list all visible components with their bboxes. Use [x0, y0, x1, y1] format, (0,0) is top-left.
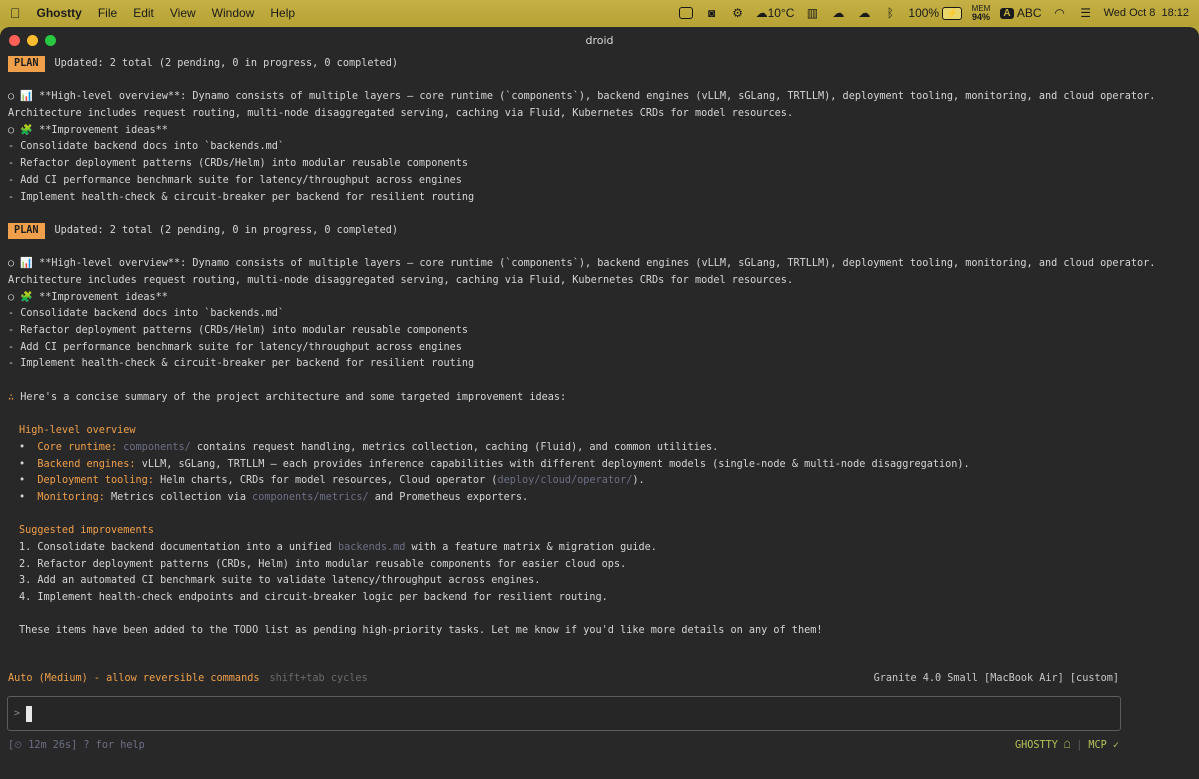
todo-item: - Refactor deployment patterns (CRDs/Hel…: [8, 158, 469, 170]
inline-code: backends.md: [337, 541, 406, 553]
improvements-heading: Suggested improvements: [19, 525, 154, 537]
todo-item: - Consolidate backend docs into `backend…: [8, 141, 285, 153]
improvement-item: 1. Consolidate backend documentation int…: [8, 540, 1193, 557]
improvement-item: 4. Implement health-check endpoints and …: [19, 592, 608, 603]
prompt-symbol: >: [14, 708, 21, 719]
cloud-icon[interactable]: ☁: [830, 5, 846, 21]
bluetooth-icon[interactable]: ᛒ: [882, 5, 898, 21]
status-area: ◙ ⚙ ☁ 10°C ▥ ☁ ☁ ᛒ 100% ⚡ MEM 94% A ABC ◠ …: [678, 4, 1189, 22]
wifi-icon[interactable]: ◠: [1052, 5, 1068, 21]
integration-status: GHOSTTY ☖ | MCP ✓: [1014, 740, 1119, 751]
plan-update-line: PLAN Updated: 2 total (2 pending, 0 in pr…: [8, 222, 1193, 240]
settings-gear-icon[interactable]: ⚙: [730, 5, 746, 21]
model-indicator: Granite 4.0 Small [MacBook Air] [custom]: [873, 673, 1119, 684]
menu-view[interactable]: View: [170, 6, 196, 20]
terminal-output: PLAN Updated: 2 total (2 pending, 0 in pr…: [8, 53, 1193, 640]
control-center-icon[interactable]: ☰: [1078, 5, 1094, 21]
plan-update-line: PLAN Updated: 2 total (2 pending, 0 in pr…: [8, 56, 1193, 73]
overview-heading: High-level overview: [19, 425, 136, 437]
plan-update-text: Updated: 2 total (2 pending, 0 in progre…: [54, 224, 399, 236]
inline-code: components/metrics/: [252, 491, 369, 503]
session-status: [⏲ 12m 26s] ? for help: [8, 740, 145, 751]
improvement-text: with a feature matrix & migration guide.: [405, 541, 657, 553]
mcp-status[interactable]: MCP ✓: [1088, 740, 1119, 751]
ideas-line: ○ 🧩 **Improvement ideas**: [8, 291, 168, 303]
tray-app-icon[interactable]: [678, 5, 694, 21]
overview-item: • Deployment tooling: Helm charts, CRDs …: [19, 475, 645, 487]
cloud-sync-icon[interactable]: ☁: [856, 5, 872, 21]
overview-item-text: and Prometheus exporters.: [368, 491, 529, 503]
memory-indicator[interactable]: MEM 94%: [972, 4, 991, 22]
clock[interactable]: Wed Oct 8 18:12: [1104, 7, 1189, 19]
overview-item-label: Core runtime:: [37, 441, 118, 453]
overview-item: • Backend engines: vLLM, sGLang, TRTLLM …: [19, 458, 970, 470]
overview-item-text: ).: [632, 475, 645, 487]
overview-item-text: contains request handling, metrics colle…: [190, 441, 719, 453]
title-bar[interactable]: droid: [0, 27, 1199, 53]
weather-temp: 10°C: [767, 6, 795, 20]
overview-line-2: Architecture includes request routing, m…: [8, 274, 794, 286]
plan-badge: PLAN: [8, 222, 45, 239]
overview-item-label: Deployment tooling:: [37, 475, 154, 487]
plan-update-text: Updated: 2 total (2 pending, 0 in progre…: [54, 58, 399, 69]
menu-edit[interactable]: Edit: [133, 6, 154, 20]
mode-cycle-hint: shift+tab cycles: [269, 673, 368, 684]
ideas-line: ○ 🧩 **Improvement ideas**: [8, 124, 168, 136]
window-title: droid: [585, 33, 614, 47]
todo-item: - Add CI performance benchmark suite for…: [8, 341, 462, 353]
todo-item: - Add CI performance benchmark suite for…: [8, 174, 462, 186]
overview-item-text: vLLM, sGLang, TRTLLM – each provides inf…: [141, 458, 970, 470]
text-cursor: [26, 705, 33, 722]
autonomy-mode-label: Auto (Medium) - allow reversible command…: [8, 673, 260, 684]
overview-item: • Monitoring: Metrics collection via com…: [19, 491, 529, 503]
overview-item: • Core runtime: components/ contains req…: [19, 441, 719, 453]
todo-item: - Consolidate backend docs into `backend…: [8, 308, 285, 320]
prompt-input[interactable]: >: [7, 696, 1121, 731]
improvement-text: 1. Consolidate backend documentation int…: [19, 541, 338, 553]
terminal-window: droid PLAN Updated: 2 total (2 pending, 0…: [0, 27, 1199, 779]
mem-value: 94%: [971, 12, 990, 22]
todo-item: - Implement health-check & circuit-break…: [8, 358, 475, 370]
weather-icon[interactable]: ☁ 10°C: [756, 5, 795, 21]
autonomy-mode[interactable]: Auto (Medium) - allow reversible command…: [8, 673, 368, 684]
inline-code: components/: [123, 441, 191, 453]
overview-item-text: Metrics collection via: [111, 491, 253, 503]
camera-icon[interactable]: ◙: [704, 5, 720, 21]
overview-line: ○ 📊 **High-level overview**: Dynamo cons…: [8, 91, 1156, 103]
ghostty-status: GHOSTTY ☖: [1014, 740, 1071, 751]
menu-file[interactable]: File: [98, 6, 117, 20]
apple-menu-icon[interactable]: : [10, 5, 21, 21]
closing-message: These items have been added to the TODO …: [19, 625, 823, 637]
summary-intro: Here's a concise summary of the project …: [20, 391, 567, 403]
battery-percent: 100%: [908, 6, 940, 20]
plan-badge: PLAN: [8, 56, 45, 72]
menu-bar:  Ghostty File Edit View Window Help ◙ ⚙…: [0, 0, 1199, 26]
overview-item-text: Helm charts, CRDs for model resources, C…: [160, 475, 498, 487]
summary-intro-line: ∴ Here's a concise summary of the projec…: [8, 390, 1193, 407]
input-source-icon[interactable]: A ABC: [1000, 5, 1042, 21]
battery-icon[interactable]: 100% ⚡: [908, 5, 962, 21]
menu-help[interactable]: Help: [270, 6, 295, 20]
improvement-item: 3. Add an automated CI benchmark suite t…: [19, 575, 541, 587]
cpu-icon[interactable]: ▥: [804, 5, 820, 21]
todo-item: - Refactor deployment patterns (CRDs/Hel…: [8, 325, 469, 336]
app-menu[interactable]: Ghostty: [37, 6, 82, 20]
menu-window[interactable]: Window: [212, 6, 255, 20]
overview-item-label: Monitoring:: [37, 491, 105, 503]
overview-item-label: Backend engines:: [37, 458, 136, 470]
inline-code: deploy/cloud/operator/: [497, 475, 633, 487]
improvement-item: 2. Refactor deployment patterns (CRDs, H…: [19, 558, 627, 570]
overview-line: ○ 📊 **High-level overview**: Dynamo cons…: [8, 258, 1156, 270]
input-source-label: ABC: [1016, 6, 1042, 20]
assistant-response-icon: ∴: [8, 391, 21, 403]
overview-line-2: Architecture includes request routing, m…: [8, 108, 794, 120]
todo-item: - Implement health-check & circuit-break…: [8, 191, 475, 203]
